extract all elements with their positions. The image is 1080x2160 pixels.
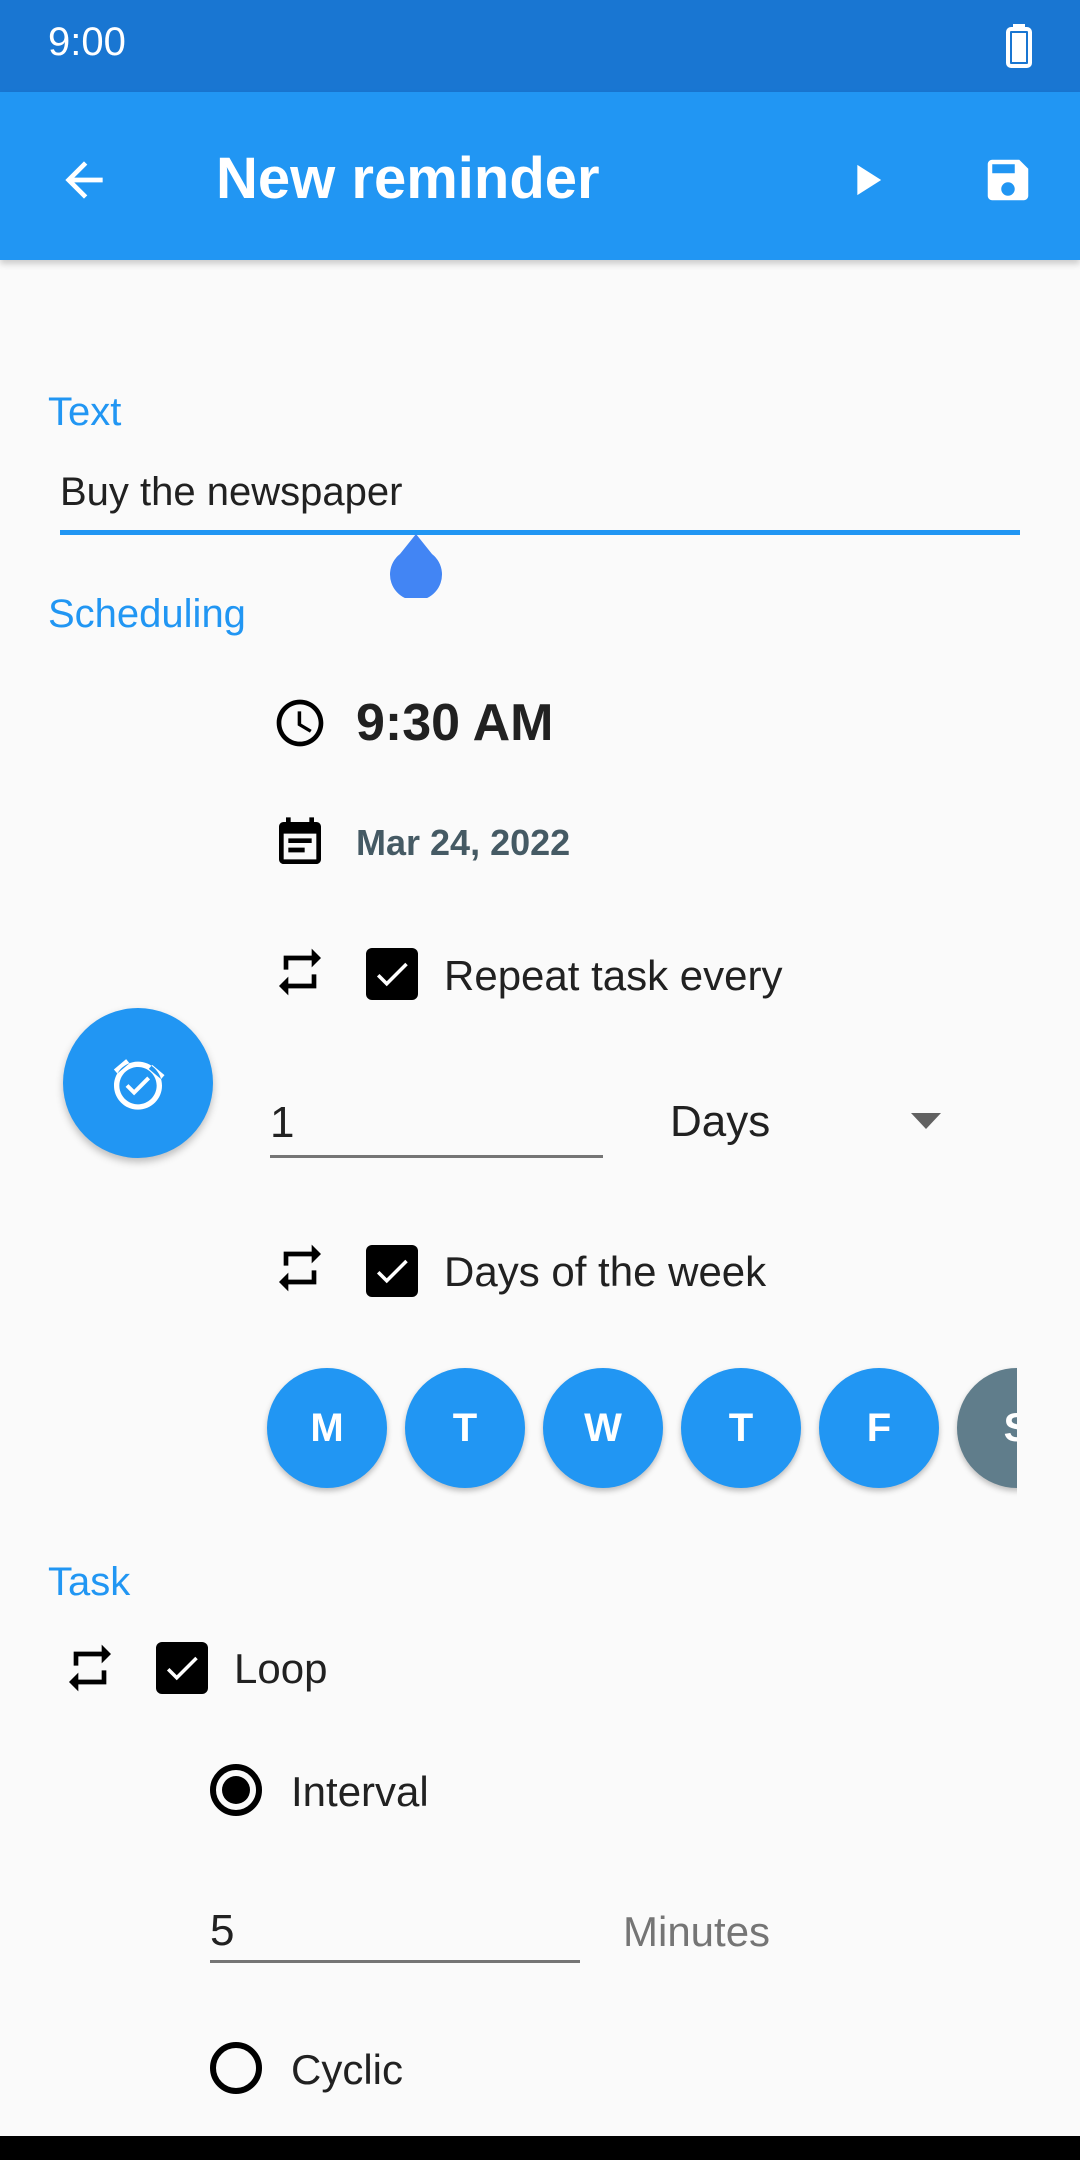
days-of-week-label: Days of the week	[444, 1248, 767, 1295]
interval-radio[interactable]	[210, 1764, 262, 1816]
back-button[interactable]	[48, 144, 120, 216]
alarm-fab[interactable]	[63, 1008, 213, 1158]
status-time: 9:00	[48, 20, 126, 64]
play-button[interactable]	[830, 144, 902, 216]
navigation-bar	[0, 2136, 1080, 2160]
save-icon	[987, 159, 1029, 201]
weekday-selector: M T W T F S	[260, 1360, 1017, 1500]
battery-icon	[1006, 24, 1032, 68]
day-monday[interactable]: M	[267, 1368, 387, 1488]
repeat-icon	[279, 948, 321, 996]
alarm-on-icon	[113, 1059, 165, 1110]
interval-unit-label: Minutes	[623, 1908, 771, 1955]
cyclic-label: Cyclic	[291, 2046, 403, 2093]
loop-checkbox[interactable]	[156, 1642, 208, 1694]
interval-input-underline	[210, 1960, 580, 1963]
days-of-week-checkbox[interactable]	[366, 1245, 418, 1297]
scheduling-section-label: Scheduling	[48, 592, 246, 636]
repeat-interval-underline	[270, 1155, 603, 1158]
checkmark-icon	[166, 1656, 198, 1681]
repeat-interval-input[interactable]: 1	[270, 1098, 294, 1148]
day-tuesday[interactable]: T	[405, 1368, 525, 1488]
repeat-unit-dropdown[interactable]: Days	[666, 1095, 966, 1155]
arrow-back-icon	[65, 161, 103, 199]
radio-selected-dot	[222, 1776, 250, 1804]
day-saturday[interactable]: S	[957, 1368, 1017, 1488]
interval-minutes-input[interactable]: 5	[210, 1906, 234, 1956]
date-value[interactable]: Mar 24, 2022	[356, 822, 570, 864]
repeat-unit-value: Days	[670, 1097, 771, 1146]
repeat-icon	[279, 1244, 321, 1292]
text-cursor-handle[interactable]	[386, 534, 446, 598]
loop-label: Loop	[234, 1645, 328, 1692]
day-wednesday[interactable]: W	[543, 1368, 663, 1488]
repeat-icon	[69, 1644, 111, 1692]
text-section-label: Text	[48, 390, 122, 434]
time-value[interactable]: 9:30 AM	[356, 693, 553, 753]
text-input-underline	[60, 530, 1020, 535]
interval-label: Interval	[291, 1768, 429, 1815]
day-friday[interactable]: F	[819, 1368, 939, 1488]
reminder-text-input[interactable]: Buy the newspaper	[60, 470, 402, 515]
checkmark-icon	[376, 1259, 408, 1284]
status-bar	[0, 0, 1080, 92]
checkmark-icon	[376, 962, 408, 987]
clock-icon	[276, 699, 324, 747]
repeat-task-checkbox[interactable]	[366, 948, 418, 1000]
dropdown-arrow-icon	[911, 1113, 941, 1129]
day-thursday[interactable]: T	[681, 1368, 801, 1488]
cyclic-radio[interactable]	[210, 2042, 262, 2094]
task-section-label: Task	[48, 1560, 131, 1604]
play-icon	[857, 164, 882, 196]
calendar-icon	[279, 817, 321, 864]
page-title: New reminder	[216, 146, 600, 211]
save-button[interactable]	[972, 144, 1044, 216]
repeat-task-label: Repeat task every	[444, 952, 783, 999]
